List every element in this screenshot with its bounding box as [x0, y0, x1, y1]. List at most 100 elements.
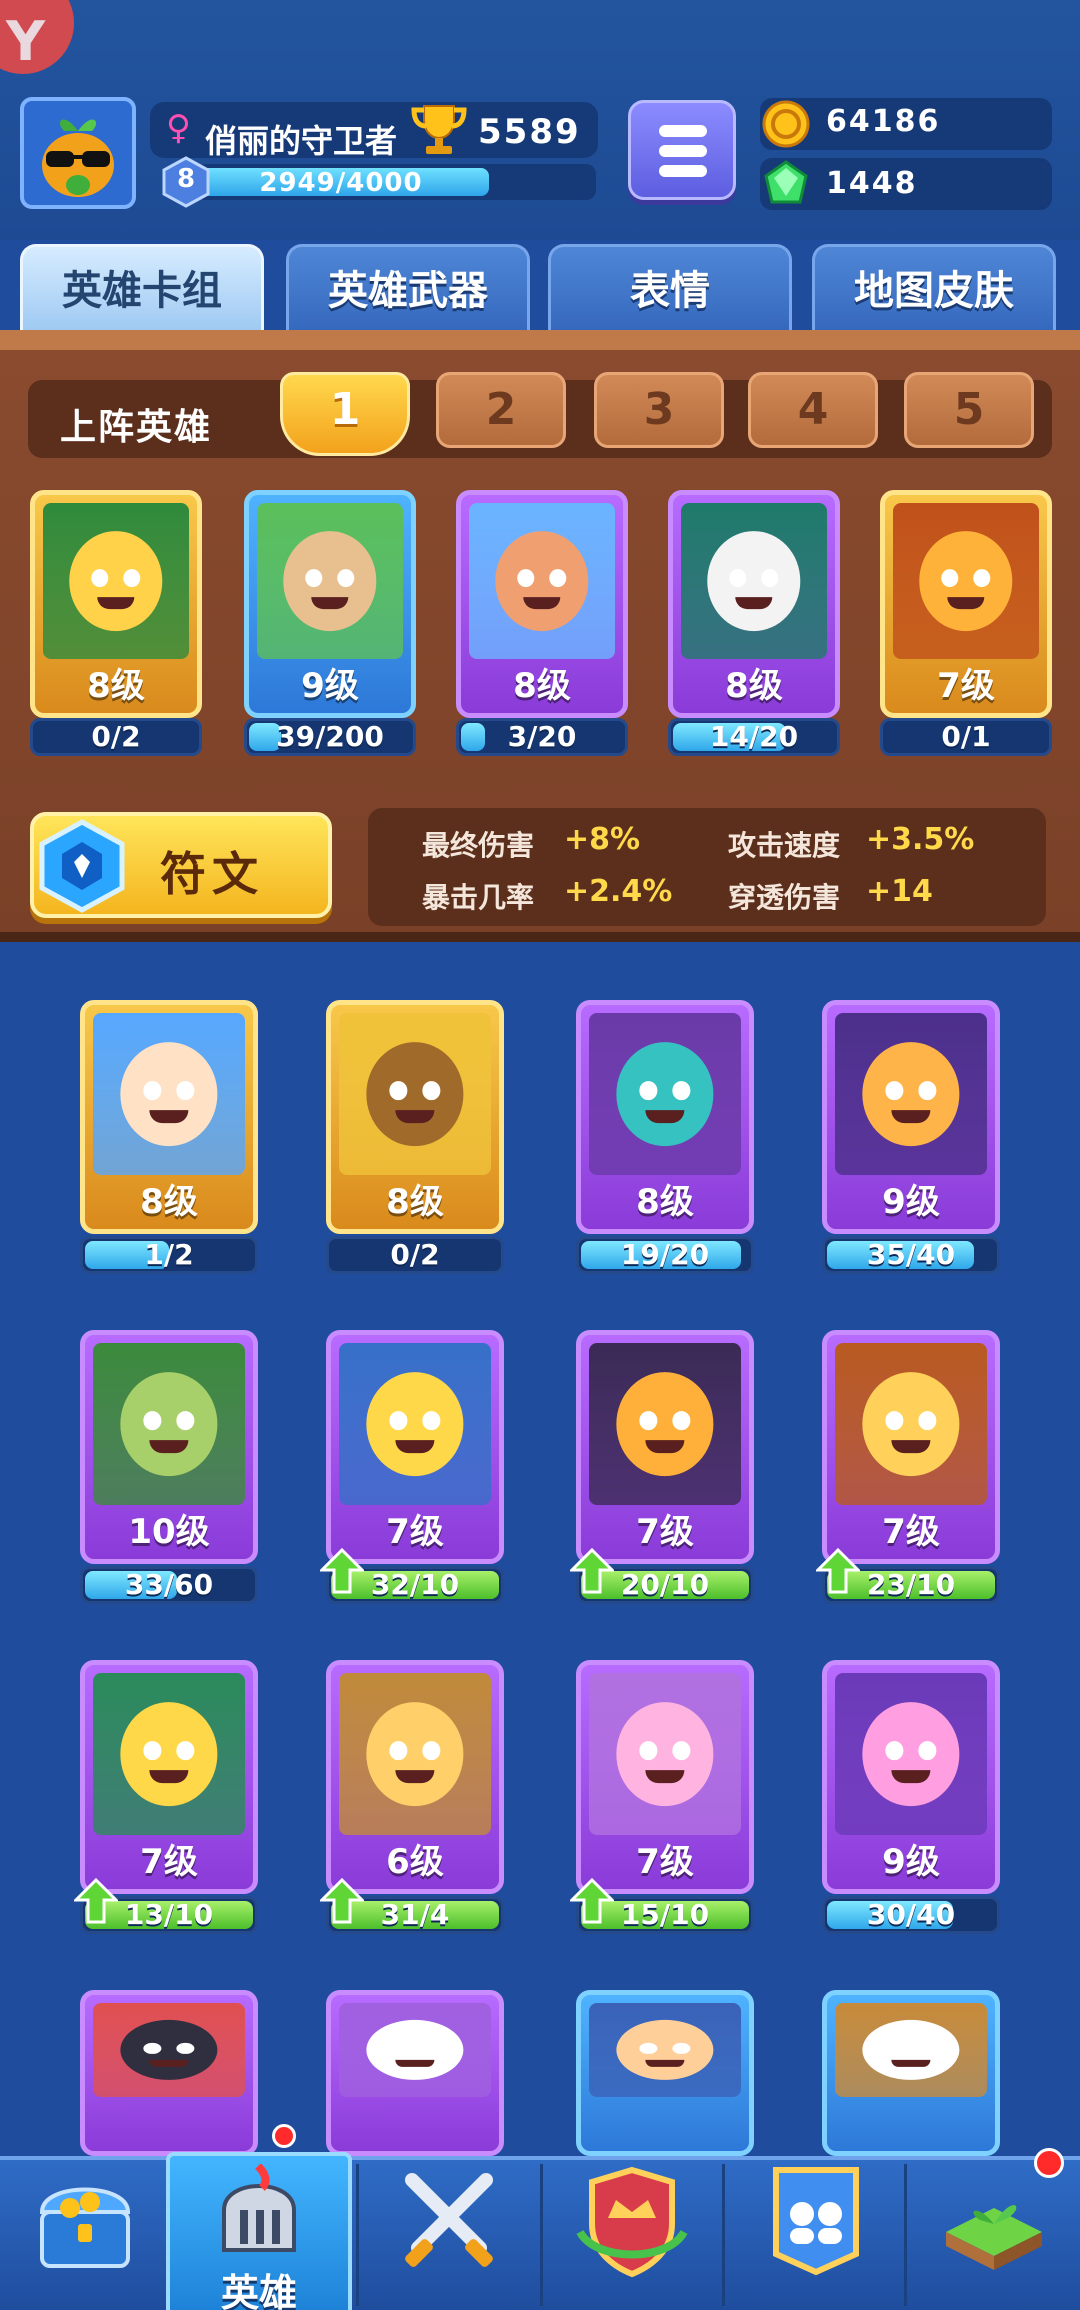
hero-face-icon: [366, 1702, 464, 1806]
lineup-slot-2[interactable]: 2: [436, 372, 566, 448]
hero-eye: [672, 1741, 691, 1761]
hero-portrait: [589, 2003, 741, 2097]
hero-card-progress-text: 0/2: [91, 720, 141, 753]
hero-mouth: [149, 2059, 189, 2067]
hero-portrait: [835, 2003, 987, 2097]
hero-level: 8级: [725, 666, 783, 706]
tab-hero-deck[interactable]: 英雄卡组: [20, 244, 264, 332]
hero-level: [581, 2101, 749, 2147]
hero-eye: [918, 2042, 937, 2054]
hero-face-icon: [366, 1372, 464, 1476]
hero-eye: [422, 1081, 441, 1101]
hero-portrait: [835, 1343, 987, 1505]
hero-level: 10级: [128, 1512, 210, 1552]
hero-eye: [672, 1411, 691, 1431]
hero-card-progress-bar: 33/60: [80, 1566, 258, 1604]
hero-face-icon: [120, 1042, 218, 1146]
hero-card-progress-text: 0/2: [390, 1238, 440, 1271]
player-name[interactable]: 俏丽的守卫者: [205, 116, 397, 162]
tab-map-skins[interactable]: 地图皮肤: [812, 244, 1056, 332]
trophy-icon: [411, 105, 467, 154]
hero-eye: [549, 569, 567, 587]
hero-eye: [918, 1411, 937, 1431]
lineup-hero-card[interactable]: 9级: [244, 490, 416, 718]
menu-button[interactable]: [628, 100, 736, 200]
hero-card-progress-bar: 35/40: [822, 1236, 1000, 1274]
hero-portrait: [93, 1013, 245, 1175]
menu-icon-line: [659, 165, 707, 177]
upgrade-arrow-icon: [570, 1878, 614, 1924]
gender-icon: ♀: [166, 108, 191, 148]
lineup-hero-card[interactable]: 8级: [30, 490, 202, 718]
hero-eye: [143, 2042, 162, 2054]
gem-amount: 1448: [826, 166, 918, 201]
hero-eye: [885, 1411, 904, 1431]
stat-label-final-damage: 最终伤害: [422, 829, 535, 862]
hero-card-progress-text: 39/200: [276, 720, 384, 753]
hero-face-icon: [616, 1702, 714, 1806]
hero-face-icon: [120, 2019, 218, 2081]
sprout-island-icon[interactable]: [936, 2172, 1052, 2280]
collection-hero-card[interactable]: 8级: [326, 1000, 504, 1234]
hero-eye: [176, 2042, 195, 2054]
collection-hero-card[interactable]: 7级: [576, 1330, 754, 1564]
hero-mouth: [735, 596, 773, 609]
tab-emotes[interactable]: 表情: [548, 244, 792, 332]
hero-mouth: [97, 596, 135, 609]
hero-eye: [885, 1741, 904, 1761]
treasure-chest-icon[interactable]: [30, 2168, 140, 2276]
hero-face-icon: [120, 1702, 218, 1806]
collection-hero-card[interactable]: 7级: [822, 1330, 1000, 1564]
hero-eye: [337, 569, 355, 587]
lineup-hero-card[interactable]: 8级: [456, 490, 628, 718]
collection-hero-card[interactable]: [80, 1990, 258, 2156]
hero-helmet-icon[interactable]: [206, 2164, 312, 2260]
collection-hero-card[interactable]: 6级: [326, 1660, 504, 1894]
crown-shield-icon[interactable]: [576, 2162, 688, 2280]
rune-gem-icon: [39, 819, 125, 913]
hero-mouth: [891, 2059, 931, 2067]
collection-hero-card[interactable]: 7级: [576, 1660, 754, 1894]
upgrade-arrow-icon: [816, 1548, 860, 1594]
lineup-hero-card[interactable]: 7级: [880, 490, 1052, 718]
collection-hero-card[interactable]: 10级: [80, 1330, 258, 1564]
green-gem-icon: [764, 160, 808, 204]
hero-face-icon: [283, 531, 377, 631]
hero-portrait: [589, 1673, 741, 1835]
hero-eye: [672, 2042, 691, 2054]
lineup-slot-5[interactable]: 5: [904, 372, 1034, 448]
notification-dot: [1034, 2148, 1064, 2178]
hero-mouth: [645, 2059, 685, 2067]
hero-portrait: [339, 1673, 491, 1835]
collection-hero-card[interactable]: 8级: [576, 1000, 754, 1234]
collection-hero-card[interactable]: 7级: [80, 1660, 258, 1894]
hero-card-progress-text: 33/60: [124, 1568, 214, 1601]
hero-portrait: [339, 1013, 491, 1175]
collection-hero-card[interactable]: 9级: [822, 1000, 1000, 1234]
lineup-slot-3[interactable]: 3: [594, 372, 724, 448]
lineup-hero-card[interactable]: 8级: [668, 490, 840, 718]
collection-hero-card[interactable]: [326, 1990, 504, 2156]
hero-card-progress-bar: 39/200: [244, 718, 416, 756]
collection-hero-card[interactable]: [576, 1990, 754, 2156]
collection-hero-card[interactable]: 8级: [80, 1000, 258, 1234]
hero-eye: [91, 569, 109, 587]
collection-hero-card[interactable]: 9级: [822, 1660, 1000, 1894]
hero-eye: [941, 569, 959, 587]
player-avatar[interactable]: [20, 97, 136, 209]
collection-hero-card[interactable]: [822, 1990, 1000, 2156]
hero-face-icon: [120, 1372, 218, 1476]
collection-hero-card[interactable]: 7级: [326, 1330, 504, 1564]
hero-level: [827, 2101, 995, 2147]
tab-hero-weapons[interactable]: 英雄武器: [286, 244, 530, 332]
player-level: 8: [176, 164, 196, 194]
gold-amount: 64186: [826, 104, 941, 139]
lineup-slot-4[interactable]: 4: [748, 372, 878, 448]
hero-face-icon: [862, 1372, 960, 1476]
nav-label-heroes[interactable]: 英雄: [166, 2262, 352, 2310]
lineup-slot-1[interactable]: 1: [280, 372, 410, 456]
crossed-swords-icon[interactable]: [394, 2166, 504, 2278]
hero-face-icon: [616, 1372, 714, 1476]
hero-eye: [639, 2042, 658, 2054]
team-banner-icon[interactable]: [762, 2162, 870, 2278]
